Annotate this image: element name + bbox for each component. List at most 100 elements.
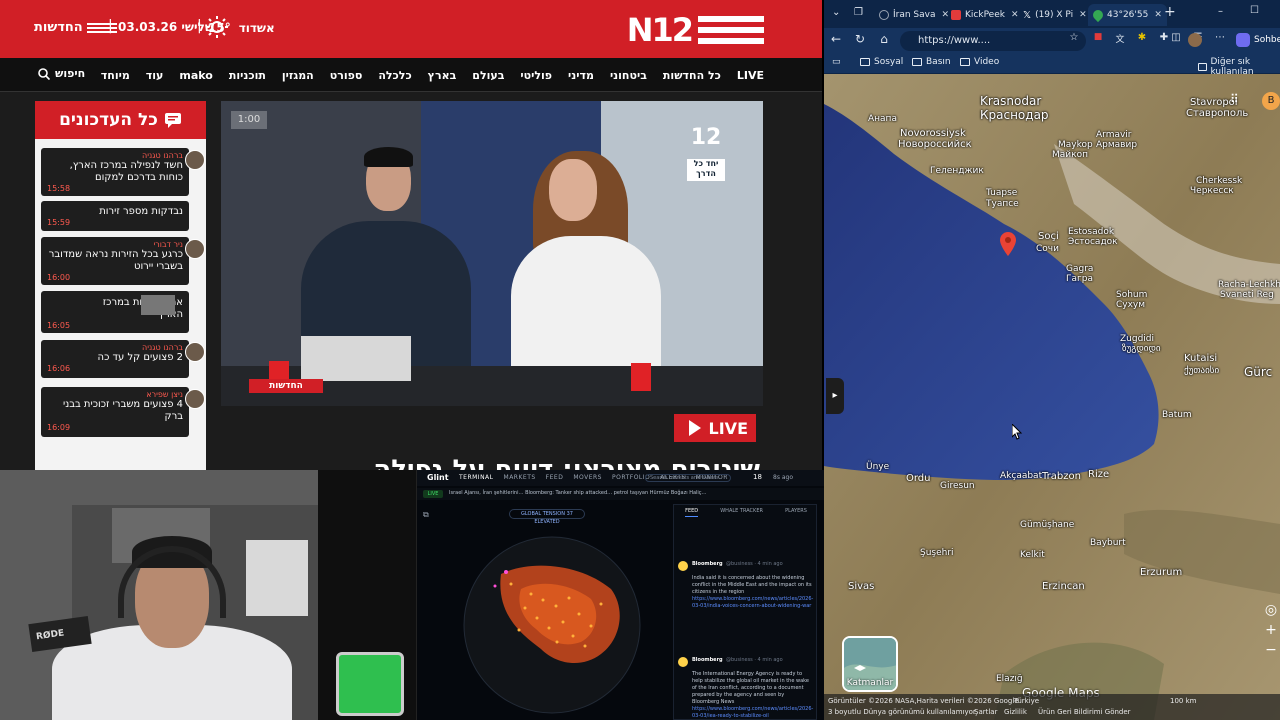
collapse-panel-button[interactable]: ▸	[826, 378, 844, 414]
google-map[interactable]: Krasnodar Краснодар Stavropol Ставрополь…	[824, 74, 1280, 720]
players-tab[interactable]: PLAYERS	[785, 505, 807, 517]
live-badge[interactable]: LIVE	[674, 414, 756, 442]
n12-logo[interactable]: N12	[627, 10, 764, 50]
feed-link[interactable]: https://www.bloomberg.com/news/articles/…	[692, 596, 813, 609]
nav-item-live[interactable]: LIVE	[737, 69, 764, 82]
split-screen-icon[interactable]: ◫	[1168, 32, 1184, 43]
city-label[interactable]: Batum	[1162, 410, 1192, 420]
workspaces-icon[interactable]: ❐	[854, 7, 863, 18]
city-label[interactable]: Krasnodar	[980, 95, 1041, 107]
city-label[interactable]: Sivas	[848, 582, 874, 592]
nav-item-politics[interactable]: פוליטי	[520, 69, 552, 82]
tab-x[interactable]: 𝕏 (19) X Pi ✕	[1018, 4, 1092, 26]
home-icon[interactable]: ⌂	[876, 32, 892, 46]
zoom-in-button[interactable]: +	[1265, 622, 1277, 638]
more-menu-icon[interactable]: ⋯	[1212, 32, 1228, 43]
country-label[interactable]: Gürc	[1244, 366, 1272, 378]
tab-list-chevron-icon[interactable]: ⌄	[832, 7, 840, 18]
star-icon[interactable]: ☆	[1066, 32, 1082, 43]
city-label[interactable]: Новороссийск	[898, 140, 972, 150]
nav-item-diplomatic[interactable]: מדיני	[568, 69, 594, 82]
terms-link[interactable]: Şartlar	[974, 708, 997, 716]
region-label[interactable]: Racha-Lechkh	[1218, 280, 1280, 290]
close-tab-icon[interactable]: ✕	[1079, 10, 1087, 20]
city-label[interactable]: Сухум	[1116, 300, 1145, 310]
city-label[interactable]: Gagra	[1066, 264, 1093, 274]
extension-icon[interactable]: ✱	[1134, 32, 1150, 43]
whale-tracker-tab[interactable]: WHALE TRACKER	[720, 505, 763, 517]
nav-item-sports[interactable]: ספורט	[330, 69, 363, 82]
city-label[interactable]: Elazığ	[996, 674, 1023, 684]
nav-item-world[interactable]: בעולם	[472, 69, 504, 82]
city-label[interactable]: Sohum	[1116, 290, 1147, 300]
search-button[interactable]: חיפוש	[38, 67, 85, 80]
city-label[interactable]: Черкесск	[1190, 186, 1234, 196]
city-label[interactable]: Анапа	[868, 114, 897, 124]
update-item[interactable]: נבדקות מספר זירות 15:59	[41, 201, 189, 231]
feed-item[interactable]: Bloomberg @business · 4 min ago India sa…	[678, 561, 814, 641]
city-label[interactable]: Erzincan	[1042, 582, 1085, 592]
city-label[interactable]: Армавир	[1096, 140, 1137, 150]
city-label[interactable]: Туапсе	[986, 199, 1019, 209]
menu-movers[interactable]: MOVERS	[573, 474, 602, 481]
city-label[interactable]: Zugdidi	[1120, 334, 1154, 344]
city-label[interactable]: Armavir	[1096, 130, 1132, 140]
city-label[interactable]: Erzurum	[1140, 568, 1182, 578]
update-item[interactable]: אחת הזירות במרכז הארץ 16:05	[41, 291, 189, 333]
feed-item[interactable]: Bloomberg @business · 4 min ago The Inte…	[678, 657, 814, 720]
menu-markets[interactable]: MARKETS	[504, 474, 536, 481]
minimize-button[interactable]: –	[1218, 6, 1223, 17]
city-label[interactable]: Kelkit	[1020, 550, 1045, 560]
ticker-text[interactable]: Israel Ajansı, İran şehitlerini… Bloombe…	[449, 490, 707, 496]
city-label[interactable]: Novorossiysk	[900, 129, 966, 139]
location-pin-icon[interactable]	[1000, 232, 1016, 256]
updates-header[interactable]: כל העדכונים	[35, 101, 206, 139]
copilot-label[interactable]: Sohbet	[1254, 35, 1280, 45]
nav-item-more[interactable]: עוד	[146, 69, 164, 82]
menu-feed[interactable]: FEED	[546, 474, 564, 481]
tab-iran[interactable]: İran Sava ✕	[874, 4, 954, 26]
google-apps-grid-icon[interactable]: ⠿	[1230, 92, 1239, 106]
bookmark-folder-video[interactable]: Video	[960, 57, 999, 67]
close-tab-icon[interactable]: ✕	[1154, 10, 1162, 20]
city-label[interactable]: Şuşehri	[920, 548, 954, 558]
my-location-icon[interactable]: ◎	[1265, 602, 1277, 618]
city-label[interactable]: Bayburt	[1090, 538, 1126, 548]
update-item[interactable]: ברהנו טגניה 2 פצועים קל עד כה 16:06	[41, 340, 205, 378]
live-video-player[interactable]: 12 יחד כל הדרך 1:00 החדשות	[221, 101, 763, 406]
nav-item-magazine[interactable]: המגזין	[282, 69, 314, 82]
city-label[interactable]: Майкоп	[1052, 150, 1088, 160]
city-label[interactable]: Геленджик	[930, 166, 984, 176]
city-label[interactable]: Kutaisi	[1184, 354, 1217, 364]
feed-tab[interactable]: FEED	[685, 505, 699, 517]
new-tab-button[interactable]: +	[1164, 4, 1176, 20]
city-label[interactable]: Ordu	[906, 474, 931, 484]
sidebar-toggle-icon[interactable]: ▭	[832, 57, 841, 67]
nav-item-security[interactable]: ביטחוני	[610, 69, 647, 82]
nav-item-shows[interactable]: תוכניות	[229, 69, 266, 82]
tension-globe[interactable]	[461, 534, 643, 716]
tab-kickpeek[interactable]: KickPeek ✕	[946, 4, 1024, 26]
bookmark-folder-sosyal[interactable]: Sosyal	[860, 57, 903, 67]
terminal-search-input[interactable]: Search markets and events	[645, 474, 731, 482]
city-label[interactable]: Soçi	[1038, 232, 1059, 242]
bookmark-folder-basin[interactable]: Basın	[912, 57, 951, 67]
menu-terminal[interactable]: TERMINAL	[459, 474, 494, 481]
city-label[interactable]: Cherkessk	[1196, 176, 1242, 186]
update-item[interactable]: ברהנו טגניה חשד לנפילה במרכז הארץ, כוחות…	[41, 148, 205, 196]
city-label[interactable]: Эстосадок	[1068, 237, 1118, 247]
nav-item-special[interactable]: מיוחד	[101, 69, 130, 82]
nav-item-economy[interactable]: כלכלה	[378, 69, 411, 82]
extension-icon[interactable]: ■	[1090, 32, 1106, 42]
brand-link[interactable]: החדשות	[34, 20, 117, 35]
city-label[interactable]: Estosadok	[1068, 227, 1114, 237]
terminal-logo[interactable]: Glint	[427, 473, 449, 482]
url-input[interactable]: https://www....	[900, 31, 1086, 51]
tab-maps[interactable]: 43°26'55 ✕	[1088, 4, 1167, 26]
update-item[interactable]: ניצן שפירא 4 פצועים משברי זכוכית בבני בר…	[41, 387, 205, 437]
update-item[interactable]: ניר דבורי כרגע בכל הזירות נראה שמדובר בש…	[41, 237, 205, 285]
city-label[interactable]: Краснодар	[980, 109, 1049, 121]
city-label[interactable]: Maykop	[1058, 140, 1093, 150]
city-label[interactable]: Trabzon	[1042, 472, 1081, 482]
profile-avatar[interactable]	[1188, 33, 1202, 47]
